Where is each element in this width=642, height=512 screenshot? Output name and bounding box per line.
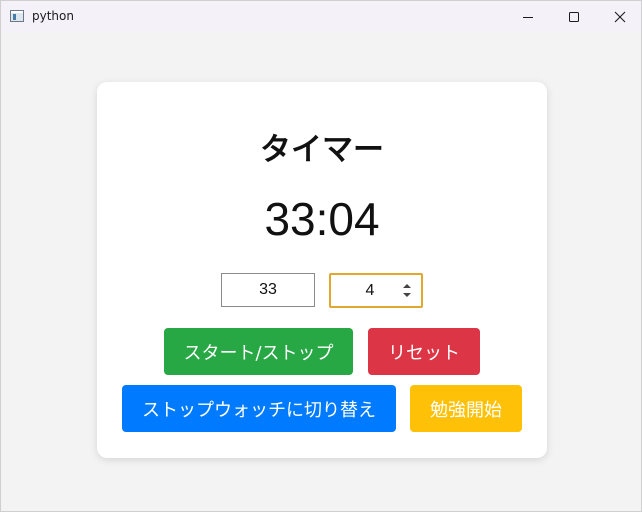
minimize-icon — [523, 16, 533, 18]
window-title: python — [32, 9, 74, 23]
app-window: python タイマー 33:04 33 4 スタート/ストップ リセット スト… — [0, 0, 642, 512]
spinner-arrows-icon[interactable] — [401, 282, 413, 299]
seconds-spinbox[interactable]: 4 — [329, 273, 423, 308]
time-display: 33:04 — [264, 193, 380, 245]
switch-to-stopwatch-button[interactable]: ストップウォッチに切り替え — [122, 385, 396, 432]
minimize-button[interactable] — [505, 1, 551, 32]
start-study-button[interactable]: 勉強開始 — [410, 385, 522, 432]
reset-button[interactable]: リセット — [368, 328, 480, 375]
timer-card: タイマー 33:04 33 4 スタート/ストップ リセット ストップウォッチに… — [97, 82, 547, 458]
maximize-button[interactable] — [551, 1, 597, 32]
seconds-value: 4 — [365, 282, 375, 299]
python-window-icon — [10, 10, 24, 22]
close-icon — [614, 11, 626, 22]
minutes-input[interactable]: 33 — [221, 273, 315, 307]
start-stop-button[interactable]: スタート/ストップ — [164, 328, 353, 375]
timer-title: タイマー — [260, 132, 384, 168]
close-button[interactable] — [597, 1, 642, 32]
title-bar[interactable]: python — [1, 1, 641, 32]
maximize-icon — [569, 11, 579, 22]
